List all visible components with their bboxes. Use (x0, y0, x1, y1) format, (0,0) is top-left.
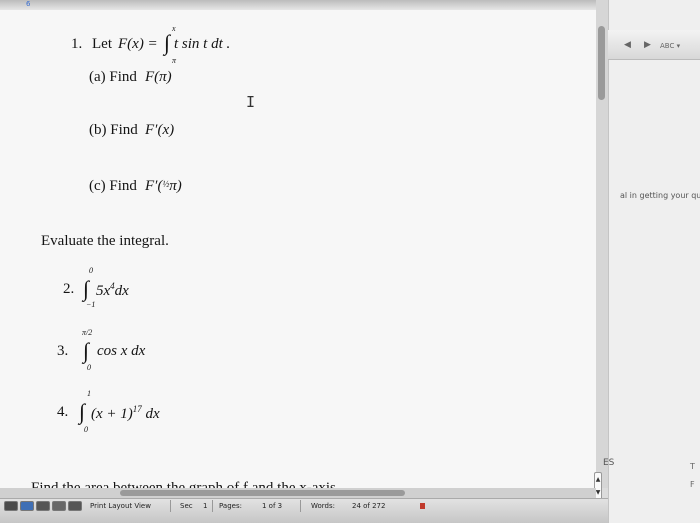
text-cursor-icon: I (246, 93, 256, 111)
q2-integral-sign: ∫ (83, 276, 90, 301)
q1c-expression: F′(½π) (145, 178, 182, 195)
q4-integral-sign: ∫ (79, 399, 86, 424)
q1-number: 1. (71, 36, 83, 52)
pages-label: Pages: (219, 502, 242, 510)
q2-lower-limit: −1 (86, 300, 96, 309)
vertical-scrollbar-thumb[interactable] (598, 26, 605, 100)
section-value: 1 (203, 502, 208, 510)
right-panel-snippet: al in getting your que (620, 191, 700, 200)
q2-dx: dx (114, 283, 129, 299)
publishing-view-button[interactable] (36, 501, 50, 511)
q1c-expr-pre: F′( (145, 178, 163, 194)
view-mode-label: Print Layout View (90, 502, 151, 510)
status-divider (300, 500, 301, 512)
status-bar: Print Layout View Sec 1 Pages: 1 of 3 Wo… (0, 498, 608, 523)
q1-function: F(x) = (118, 36, 158, 52)
right-panel-t-label: T (690, 462, 695, 471)
q3-number: 3. (57, 343, 69, 359)
draft-view-button[interactable] (4, 501, 18, 511)
back-arrow-icon[interactable]: ◀ (624, 40, 631, 50)
pages-value: 1 of 3 (262, 502, 283, 510)
q4-integrand: (x + 1)17 dx (91, 404, 160, 423)
section-label: Sec (180, 502, 193, 510)
q1-lower-limit: π (172, 56, 177, 65)
q2-integrand: 5x4dx (96, 281, 129, 300)
words-label: Words: (311, 502, 335, 510)
page-marker: 6 (26, 0, 31, 8)
q3-lower-limit: 0 (87, 363, 91, 372)
q1-integral-sign: ∫ (164, 30, 171, 55)
q1c-expr-post: π) (169, 178, 182, 194)
document-page[interactable]: 6 1. Let F(x) = x ∫ π t sin t dt . (a) F… (0, 0, 596, 488)
q2-upper-limit: 0 (89, 266, 93, 275)
right-side-panel (608, 0, 700, 523)
print-layout-view-button[interactable] (52, 501, 66, 511)
q4-lower-limit: 0 (84, 425, 88, 434)
q1a-label: (a) Find (89, 69, 137, 85)
q2-number: 2. (63, 281, 75, 297)
status-divider (170, 500, 171, 512)
notebook-view-button[interactable] (68, 501, 82, 511)
q1b-expression: F′(x) (145, 122, 175, 138)
evaluate-heading: Evaluate the integral. (41, 233, 169, 249)
q1b-label: (b) Find (89, 122, 138, 138)
forward-arrow-icon[interactable]: ▶ (644, 40, 651, 50)
right-panel-toolbar (608, 30, 700, 60)
q1a-expression: F(π) (145, 69, 172, 85)
words-value: 24 of 272 (352, 502, 386, 510)
q4-base: (x + 1) (91, 406, 133, 422)
outline-view-button[interactable] (20, 501, 34, 511)
q4-number: 4. (57, 404, 69, 420)
q4-power: 17 (132, 404, 142, 414)
horizontal-scrollbar-thumb[interactable] (120, 490, 405, 496)
spelling-status-icon[interactable] (420, 503, 425, 509)
spellcheck-icon[interactable]: ABC ▾ (660, 42, 680, 50)
q1-upper-limit: x (172, 24, 176, 33)
right-panel-es-label: ES (603, 458, 615, 468)
q1-integrand: t sin t dt . (174, 36, 231, 52)
status-divider (212, 500, 213, 512)
area-heading: Find the area between the graph of f and… (31, 480, 340, 488)
q1-lead: Let (92, 36, 112, 52)
right-panel-f-label: F (690, 480, 695, 489)
q3-integrand: cos x dx (97, 343, 146, 359)
page-top-edge (0, 0, 596, 10)
q2-base: 5x (96, 283, 111, 299)
q3-integral-sign: ∫ (83, 338, 90, 363)
q3-upper-limit: π/2 (82, 328, 93, 337)
q4-dx: dx (145, 406, 160, 422)
q4-upper-limit: 1 (87, 389, 91, 398)
q1c-label: (c) Find (89, 178, 137, 194)
